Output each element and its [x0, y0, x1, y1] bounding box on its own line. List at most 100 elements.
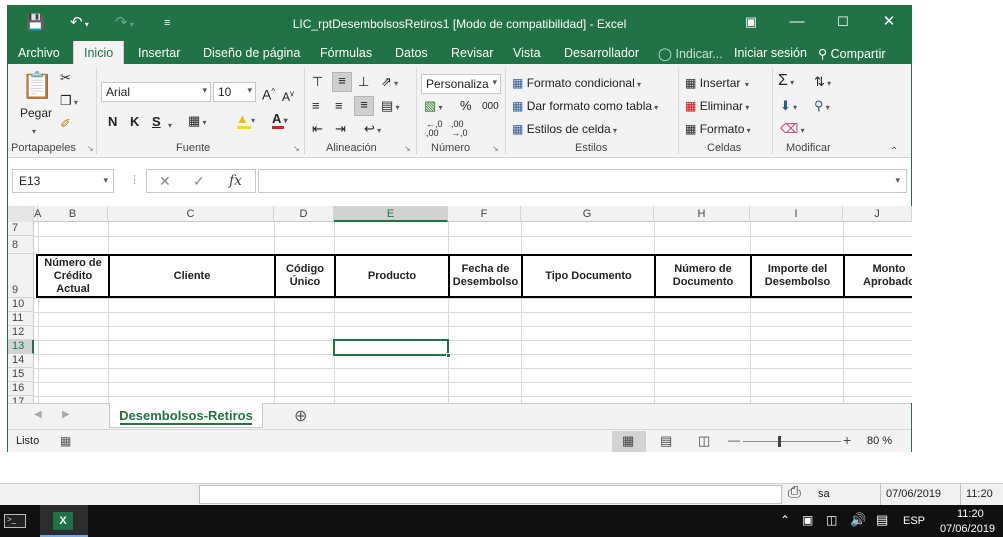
tab-revisar[interactable]: Revisar [451, 46, 493, 60]
fill-handle[interactable] [446, 353, 451, 358]
column-header-d[interactable]: D [274, 206, 334, 222]
cmd-icon[interactable]: >_ [4, 514, 26, 528]
column-header-c[interactable]: C [108, 206, 274, 222]
merge-center-icon[interactable]: ▤ ▾ [381, 98, 400, 116]
currency-icon[interactable]: ▧ ▾ [424, 98, 443, 116]
taskbar-excel-button[interactable]: X [40, 505, 88, 537]
alignment-launcher-icon[interactable]: ↘ [404, 144, 411, 153]
header-codigo-unico[interactable]: Código Único [274, 254, 336, 298]
format-cells-button[interactable]: ▦ Formato ▾ [685, 122, 751, 136]
tab-inicio[interactable]: Inicio [73, 41, 125, 64]
tab-insertar[interactable]: Insertar [138, 46, 180, 60]
tab-formulas[interactable]: Fórmulas [320, 46, 372, 60]
cut-icon[interactable]: ✂ [60, 70, 71, 86]
cancel-icon[interactable]: ✕ [159, 173, 171, 190]
name-box[interactable]: E13 ▾ [12, 169, 114, 193]
tab-vista[interactable]: Vista [513, 46, 541, 60]
network-icon[interactable]: ▣ [802, 513, 813, 527]
clipboard-launcher-icon[interactable]: ↘ [87, 144, 94, 153]
fill-icon[interactable]: ⬇ ▾ [780, 98, 797, 116]
increase-font-icon[interactable]: A^ [262, 84, 275, 103]
bold-button[interactable]: N [108, 114, 117, 130]
conditional-format-button[interactable]: ▦ Formato condicional ▾ [512, 76, 641, 90]
thousands-button[interactable]: 000 [482, 99, 499, 115]
zoom-out-button[interactable]: — [728, 433, 740, 447]
column-header-e[interactable]: E [334, 206, 448, 222]
tab-desarrollador[interactable]: Desarrollador [564, 46, 639, 60]
zoom-slider-thumb[interactable] [778, 436, 781, 447]
ribbon-display-icon[interactable]: ▣ [741, 12, 761, 32]
percent-button[interactable]: % [460, 98, 472, 114]
autosum-icon[interactable]: Σ ▾ [778, 73, 794, 91]
clock-time[interactable]: 11:20 [957, 508, 984, 520]
page-break-view-icon[interactable]: ◫ [698, 433, 710, 449]
zoom-level[interactable]: 80 % [867, 435, 892, 447]
scroll-right-icon[interactable]: ▶ [62, 409, 70, 420]
decrease-decimal-icon[interactable]: ,00 →,0 [451, 120, 468, 138]
borders-icon[interactable]: ▦ ▾ [188, 113, 207, 131]
header-cliente[interactable]: Cliente [108, 254, 276, 298]
header-importe-desembolso[interactable]: Importe del Desembolso [750, 254, 845, 298]
row-header-13[interactable]: 13 [8, 340, 34, 354]
wrap-text-icon[interactable]: ↩ ▾ [364, 121, 381, 139]
page-layout-view-icon[interactable]: ▤ [660, 433, 672, 449]
align-middle-icon[interactable]: ≡ [332, 72, 352, 92]
align-top-icon[interactable]: ⊤ [312, 74, 323, 90]
row-header-8[interactable]: 8 [8, 236, 34, 254]
row-header-17[interactable]: 17 [8, 396, 34, 403]
find-select-icon[interactable]: ⚲ ▾ [814, 98, 830, 116]
language-indicator[interactable]: ESP [903, 515, 925, 527]
number-launcher-icon[interactable]: ↘ [492, 144, 499, 153]
align-center-icon[interactable]: ≡ [335, 98, 343, 114]
maximize-icon[interactable]: ☐ [833, 12, 853, 32]
delete-cells-button[interactable]: ▦ Eliminar ▾ [685, 99, 749, 113]
clock-date[interactable]: 07/06/2019 [940, 523, 995, 535]
number-format-combo[interactable]: Personaliza ▾ [421, 74, 501, 94]
scroll-left-icon[interactable]: ◀ [34, 409, 42, 420]
format-as-table-button[interactable]: ▦ Dar formato como tabla ▾ [512, 99, 658, 113]
header-fecha-desembolso[interactable]: Fecha de Desembolso [448, 254, 523, 298]
paste-button[interactable]: Pegar [20, 106, 52, 120]
align-right-icon[interactable]: ≡ [354, 96, 374, 116]
underline-dropdown-icon[interactable]: ▾ [168, 118, 172, 134]
add-sheet-icon[interactable]: ⊕ [294, 406, 307, 426]
row-header-7[interactable]: 7 [8, 222, 34, 236]
notifications-icon[interactable]: ▤ [876, 512, 888, 528]
copy-icon[interactable]: ❐ ▾ [60, 93, 78, 111]
worksheet-grid[interactable]: A B C D E F G H I J 7 8 9 10 11 12 13 14… [8, 206, 912, 403]
insert-function-button[interactable]: fx [229, 173, 242, 189]
cell-styles-button[interactable]: ▦ Estilos de celda ▾ [512, 122, 617, 136]
column-header-j[interactable]: J [843, 206, 912, 222]
row-header-15[interactable]: 15 [8, 368, 34, 382]
column-header-b[interactable]: B [38, 206, 108, 222]
header-tipo-documento[interactable]: Tipo Documento [521, 254, 656, 298]
underline-button[interactable]: S [152, 114, 161, 130]
format-painter-icon[interactable]: ✐ [60, 116, 71, 132]
header-producto[interactable]: Producto [334, 254, 450, 298]
splitter-dots-icon[interactable]: ⋮ [129, 173, 140, 186]
font-name-combo[interactable]: Arial ▾ [101, 82, 211, 102]
tab-diseno-pagina[interactable]: Diseño de página [203, 46, 300, 60]
row-header-12[interactable]: 12 [8, 326, 34, 340]
row-header-9[interactable]: 9 [8, 254, 34, 298]
column-header-f[interactable]: F [448, 206, 521, 222]
tab-archivo[interactable]: Archivo [18, 46, 60, 60]
header-numero-credito[interactable]: Número de Crédito Actual [36, 254, 110, 298]
selected-cell-e13[interactable] [333, 339, 451, 358]
zoom-slider-track[interactable] [743, 441, 841, 442]
increase-indent-icon[interactable]: ⇥ [335, 121, 346, 137]
paste-icon[interactable]: 📋 [21, 70, 53, 100]
header-monto-aprobado[interactable]: Monto Aprobado [843, 254, 912, 298]
battery-icon[interactable]: ◫ [826, 513, 837, 527]
font-launcher-icon[interactable]: ↘ [293, 144, 300, 153]
printer-icon[interactable]: ⎙ [788, 484, 801, 502]
column-header-i[interactable]: I [750, 206, 843, 222]
row-header-14[interactable]: 14 [8, 354, 34, 368]
align-bottom-icon[interactable]: ⊥ [358, 74, 369, 90]
zoom-in-button[interactable]: + [843, 432, 851, 448]
row-header-16[interactable]: 16 [8, 382, 34, 396]
tab-datos[interactable]: Datos [395, 46, 428, 60]
sheet-tab-desembolsos-retiros[interactable]: Desembolsos-Retiros [109, 403, 263, 428]
macro-record-icon[interactable]: ▦ [60, 434, 71, 448]
header-numero-documento[interactable]: Número de Documento [654, 254, 752, 298]
